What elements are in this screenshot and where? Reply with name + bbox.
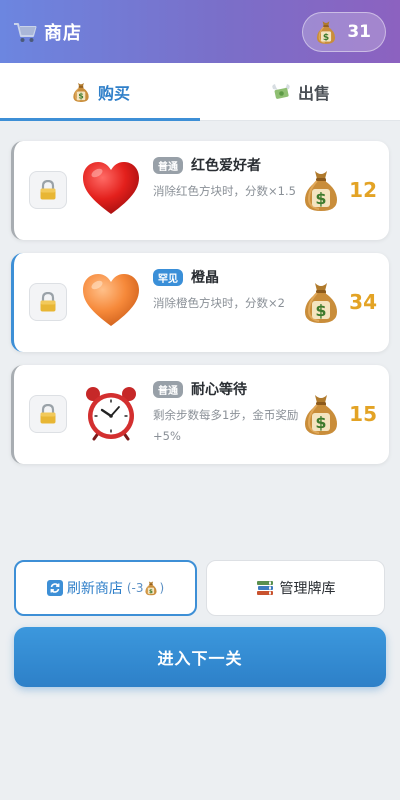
item-info: 罕见 橙晶 消除橙色方块时，分数×2	[153, 267, 305, 314]
rarity-badge: 普通	[153, 380, 183, 398]
item-price: 34	[349, 290, 377, 314]
tab-buy-label: 购买	[97, 83, 130, 103]
refresh-cost: (-3 )	[127, 580, 164, 596]
manage-deck-label: 管理牌库	[279, 581, 336, 597]
orange-heart-icon	[83, 274, 139, 326]
item-info: 普通 红色爱好者 消除红色方块时，分数×1.5	[153, 155, 305, 202]
money-bag-icon	[301, 167, 341, 213]
header-left: 商店	[12, 19, 82, 45]
tab-sell-label: 出售	[297, 83, 330, 103]
refresh-cost-prefix: (-3	[126, 581, 144, 595]
tab-sell[interactable]: 出售	[200, 63, 400, 120]
price-tag: 12	[301, 167, 377, 213]
item-name: 橙晶	[191, 270, 219, 286]
item-info: 普通 耐心等待 剩余步数每多1步，金币奖励+5%	[153, 379, 305, 447]
red-heart-icon	[83, 162, 139, 214]
item-description: 剩余步数每多1步，金币奖励+5%	[153, 408, 299, 443]
next-level-button[interactable]: 进入下一关	[14, 627, 386, 687]
money-bag-icon	[301, 279, 341, 325]
refresh-label: 刷新商店	[66, 581, 123, 597]
item-description: 消除橙色方块时，分数×2	[153, 296, 285, 310]
rarity-badge: 普通	[153, 156, 183, 174]
top-bar: 商店 31	[0, 0, 400, 63]
lock-icon	[39, 404, 57, 424]
coin-balance: 31	[302, 11, 386, 52]
lock-icon	[39, 292, 57, 312]
shop-item-card[interactable]: 罕见 橙晶 消除橙色方块时，分数×2 34	[11, 253, 389, 352]
item-name: 红色爱好者	[191, 158, 261, 174]
next-level-label: 进入下一关	[157, 649, 243, 668]
money-wings-icon	[272, 83, 290, 99]
cart-icon	[14, 22, 37, 42]
coin-count: 31	[347, 21, 371, 42]
lock-button[interactable]	[29, 395, 67, 433]
refresh-cost-suffix: )	[159, 581, 165, 595]
books-icon	[256, 581, 273, 595]
shop-tabs: 购买 出售	[0, 63, 400, 121]
page-title: 商店	[44, 22, 82, 44]
lock-icon	[39, 180, 57, 200]
tab-buy[interactable]: 购买	[0, 63, 200, 121]
shop-item-card[interactable]: 普通 红色爱好者 消除红色方块时，分数×1.5 12	[11, 141, 389, 240]
refresh-shop-button[interactable]: 刷新商店 (-3 )	[14, 560, 197, 616]
lock-button[interactable]	[29, 171, 67, 209]
alarm-clock-icon	[86, 387, 136, 441]
price-tag: 15	[301, 391, 377, 437]
item-price: 12	[349, 178, 377, 202]
item-name: 耐心等待	[191, 382, 247, 398]
manage-deck-button[interactable]: 管理牌库	[206, 560, 385, 616]
money-bag-icon	[313, 19, 339, 45]
refresh-icon	[46, 580, 63, 596]
item-price: 15	[349, 402, 377, 426]
price-tag: 34	[301, 279, 377, 325]
money-bag-icon	[70, 81, 92, 103]
shop-item-card[interactable]: 普通 耐心等待 剩余步数每多1步，金币奖励+5% 15	[11, 365, 389, 464]
money-bag-icon	[144, 580, 158, 596]
rarity-badge: 罕见	[153, 268, 183, 286]
money-bag-icon	[301, 391, 341, 437]
lock-button[interactable]	[29, 283, 67, 321]
item-description: 消除红色方块时，分数×1.5	[153, 184, 296, 198]
